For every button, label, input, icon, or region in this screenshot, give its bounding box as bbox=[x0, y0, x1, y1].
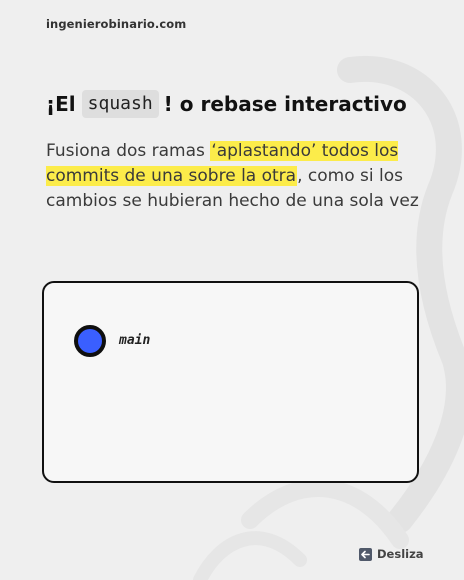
swipe-hint[interactable]: Desliza bbox=[359, 547, 424, 561]
arrow-left-icon bbox=[359, 547, 372, 561]
swipe-label: Desliza bbox=[377, 547, 424, 561]
page-title: ¡El squash ! o rebase interactivo bbox=[46, 90, 407, 118]
title-code-chip: squash bbox=[81, 90, 159, 118]
title-suffix: ! o rebase interactivo bbox=[163, 92, 407, 116]
site-url[interactable]: ingenierobinario.com bbox=[46, 17, 186, 31]
subtitle: Fusiona dos ramas ‘aplastando’ todos los… bbox=[46, 139, 426, 214]
git-diagram-card: main bbox=[42, 281, 419, 483]
title-prefix: ¡El bbox=[46, 92, 76, 116]
branch-label: main bbox=[119, 333, 151, 348]
commit-node bbox=[74, 325, 106, 357]
subtitle-text-before: Fusiona dos ramas bbox=[46, 141, 211, 161]
